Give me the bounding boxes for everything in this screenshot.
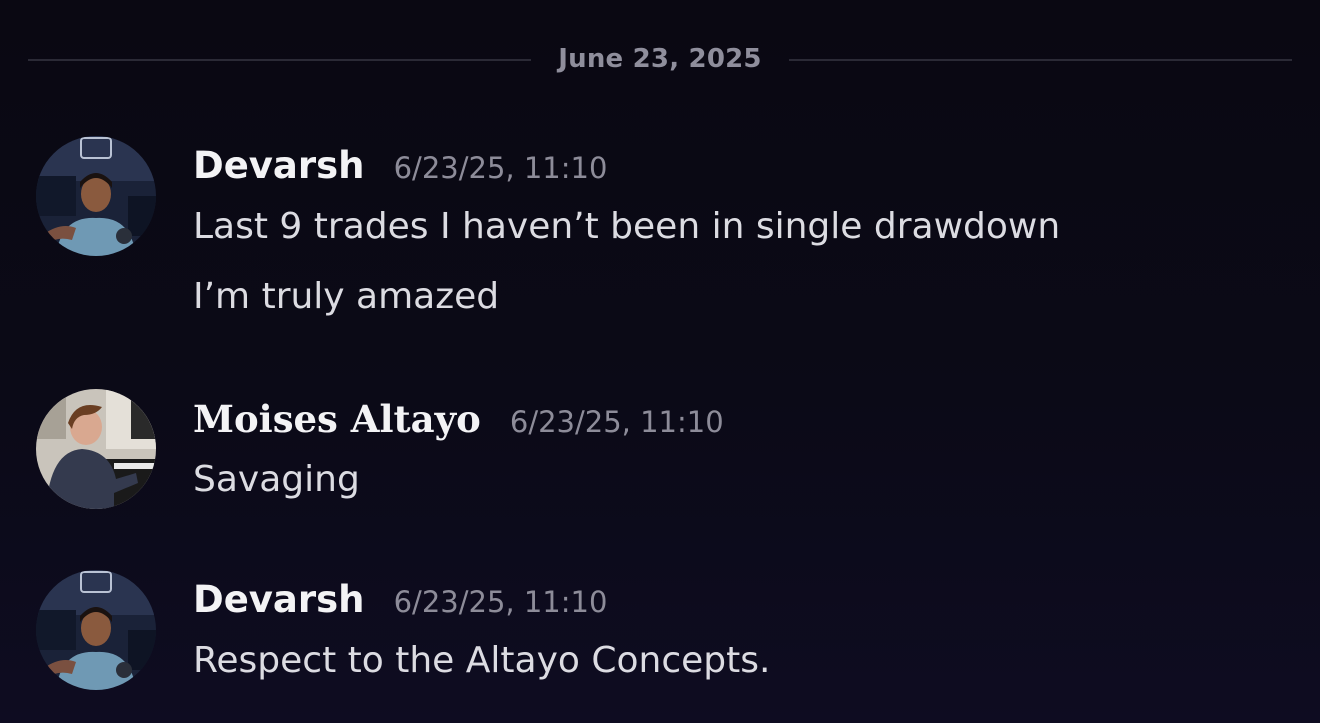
avatar-photo [36,570,156,690]
username[interactable]: Moises Altayo [193,389,481,449]
message-text: Savaging [193,459,360,500]
divider-line-left [28,59,531,61]
message-timestamp[interactable]: 6/23/25, 11:10 [510,392,724,452]
date-divider-label: June 23, 2025 [558,44,762,74]
username[interactable]: Devarsh [193,136,365,196]
username[interactable]: Devarsh [193,570,365,630]
divider-line-right [789,59,1292,61]
avatar[interactable] [36,570,156,690]
message-text: Last 9 trades I haven’t been in single d… [193,206,1061,247]
message-content: Devarsh 6/23/25, 11:10 Last 9 trades I h… [193,136,1293,322]
avatar-photo [36,136,156,256]
date-divider: June 23, 2025 [28,40,1292,80]
message-text: Respect to the Altayo Concepts. [193,640,771,681]
avatar[interactable] [36,136,156,256]
message-content: Moises Altayo 6/23/25, 11:10 Savaging [193,389,1293,505]
message-timestamp[interactable]: 6/23/25, 11:10 [394,572,608,632]
message-header: Devarsh 6/23/25, 11:10 [193,136,1293,196]
message-header: Devarsh 6/23/25, 11:10 [193,570,1293,630]
message-text: I’m truly amazed [193,276,500,317]
message-header: Moises Altayo 6/23/25, 11:10 [193,389,1293,449]
message-timestamp[interactable]: 6/23/25, 11:10 [394,138,608,198]
message-content: Devarsh 6/23/25, 11:10 Respect to the Al… [193,570,1293,686]
avatar[interactable] [36,389,156,509]
avatar-photo [36,389,156,509]
